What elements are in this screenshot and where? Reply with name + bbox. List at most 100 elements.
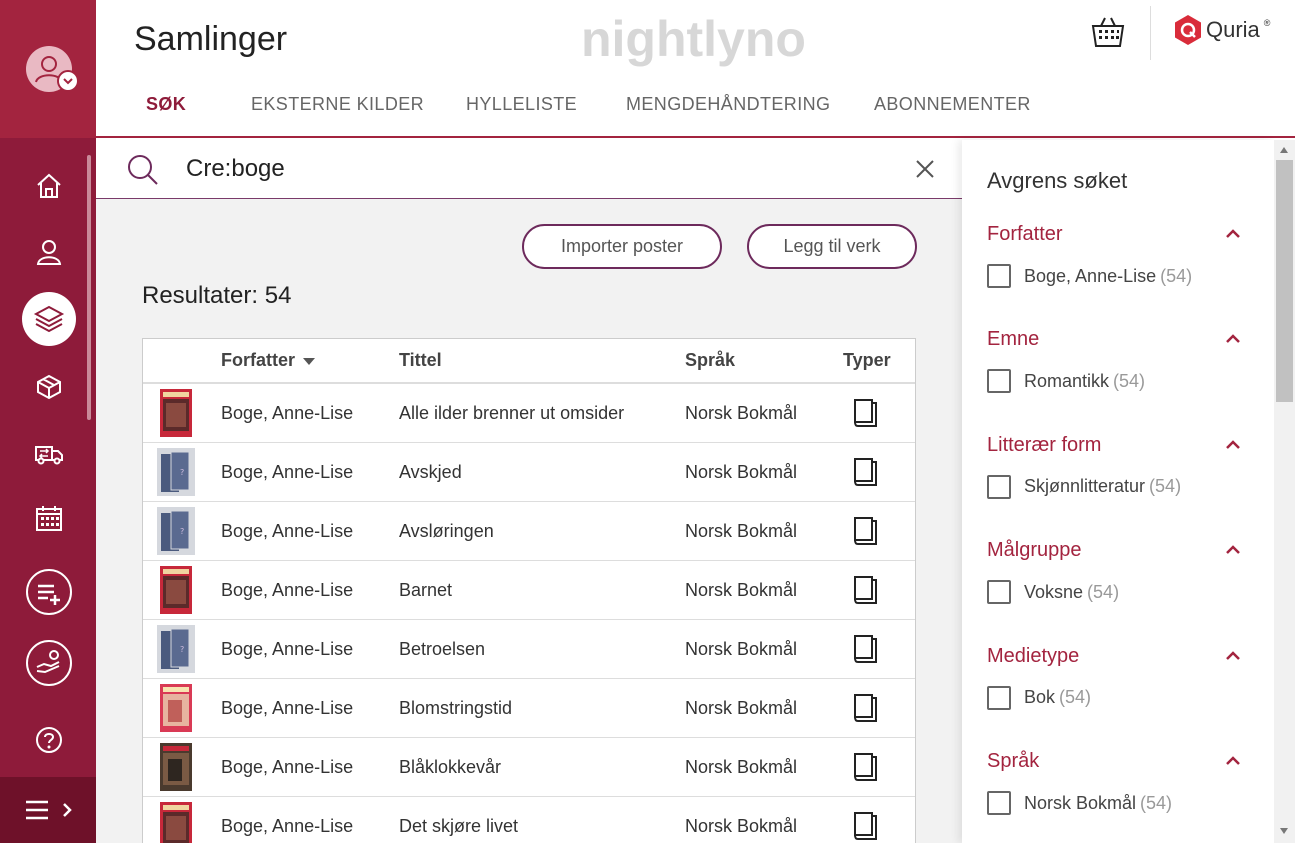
menu-expand-button[interactable] — [0, 777, 96, 843]
book-cover[interactable]: ? — [157, 448, 195, 496]
filter-group-title[interactable]: Språk — [987, 750, 1039, 773]
filter-option[interactable]: Skjønnlitteratur (54) — [987, 474, 1181, 499]
book-cover[interactable] — [160, 389, 192, 437]
column-author[interactable]: Forfatter — [221, 350, 316, 371]
chevron-down-icon[interactable] — [57, 70, 79, 92]
book-cover[interactable] — [160, 743, 192, 791]
layers-icon[interactable] — [22, 292, 76, 346]
table-row[interactable]: Boge, Anne-Lise Blåklokkevår Norsk Bokmål — [143, 738, 915, 797]
row-title[interactable]: Blomstringstid — [399, 698, 512, 719]
chevron-up-icon[interactable] — [1224, 332, 1242, 346]
row-title[interactable]: Betroelsen — [399, 639, 485, 660]
search-bar — [96, 140, 962, 199]
book-icon — [850, 397, 880, 434]
book-cover[interactable]: ? — [157, 507, 195, 555]
book-cover[interactable]: ? — [157, 625, 195, 673]
book-cover[interactable] — [160, 684, 192, 732]
book-cover[interactable] — [160, 566, 192, 614]
filter-option[interactable]: Norsk Bokmål (54) — [987, 791, 1172, 815]
book-icon — [850, 633, 880, 670]
results-count: Resultater: 54 — [142, 282, 292, 309]
filter-group-title[interactable]: Emne — [987, 328, 1039, 351]
table-row[interactable]: ? Boge, Anne-Lise Avsløringen Norsk Bokmål — [143, 502, 915, 561]
filter-checkbox[interactable] — [987, 685, 1011, 710]
filter-option-count: (54) — [1160, 265, 1193, 286]
row-title[interactable]: Avskjed — [399, 462, 462, 483]
sidebar-scrollbar[interactable] — [87, 155, 91, 420]
filter-option[interactable]: Romantikk (54) — [987, 369, 1145, 394]
calendar-icon[interactable] — [22, 491, 76, 545]
row-title[interactable]: Blåklokkevår — [399, 757, 501, 778]
chevron-up-icon[interactable] — [1224, 227, 1242, 241]
book-icon — [850, 456, 880, 493]
add-list-icon[interactable] — [22, 565, 76, 619]
tab-hylleliste[interactable]: HYLLELISTE — [466, 94, 577, 115]
basket-icon — [1091, 17, 1125, 47]
filter-option-label: Bok — [1024, 687, 1056, 708]
table-header: Forfatter Tittel Språk Typer — [143, 339, 915, 384]
row-title[interactable]: Alle ilder brenner ut omsider — [399, 403, 624, 424]
filter-checkbox[interactable] — [987, 264, 1011, 288]
scroll-thumb[interactable] — [1276, 160, 1293, 402]
close-icon[interactable] — [914, 158, 936, 180]
row-title[interactable]: Avsløringen — [399, 521, 494, 542]
column-title[interactable]: Tittel — [399, 350, 442, 371]
import-records-button[interactable]: Importer poster — [522, 224, 722, 269]
filter-option-label: Norsk Bokmål — [1024, 792, 1137, 813]
table-row[interactable]: Boge, Anne-Lise Blomstringstid Norsk Bokmå… — [143, 679, 915, 738]
chevron-up-icon[interactable] — [1224, 649, 1242, 663]
filter-checkbox[interactable] — [987, 580, 1011, 605]
table-row[interactable]: Boge, Anne-Lise Alle ilder brenner ut oms… — [143, 384, 915, 443]
tab-eksterne-kilder[interactable]: EKSTERNE KILDER — [251, 94, 424, 115]
scroll-down-icon[interactable] — [1280, 828, 1288, 834]
chevron-up-icon[interactable] — [1224, 754, 1242, 768]
tab-mengdehandtering[interactable]: MENGDEHÅNDTERING — [626, 94, 830, 115]
row-author: Boge, Anne-Lise — [221, 580, 354, 600]
filter-group-title[interactable]: Litterær form — [987, 434, 1101, 457]
column-types[interactable]: Typer — [843, 350, 891, 371]
user-icon[interactable] — [22, 225, 76, 279]
scroll-up-icon[interactable] — [1280, 147, 1288, 153]
row-language: Norsk Bokmål — [685, 462, 798, 482]
filter-option[interactable]: Boge, Anne-Lise (54) — [987, 264, 1192, 288]
row-author: Boge, Anne-Lise — [221, 521, 354, 541]
row-title[interactable]: Barnet — [399, 580, 452, 601]
filter-checkbox[interactable] — [987, 791, 1011, 815]
row-author: Boge, Anne-Lise — [221, 462, 354, 482]
add-work-button[interactable]: Legg til verk — [747, 224, 917, 269]
tab-abonnementer[interactable]: ABONNEMENTER — [874, 94, 1031, 115]
table-row[interactable]: Boge, Anne-Lise Det skjøre livet Norsk Bok… — [143, 797, 915, 843]
filter-option-label: Voksne — [1024, 581, 1084, 602]
search-icon[interactable] — [126, 153, 160, 187]
chevron-up-icon[interactable] — [1224, 438, 1242, 452]
hand-coin-icon[interactable] — [22, 636, 76, 690]
row-language: Norsk Bokmål — [685, 757, 798, 777]
row-language: Norsk Bokmål — [685, 580, 798, 600]
filter-checkbox[interactable] — [987, 474, 1011, 499]
header-divider — [1150, 6, 1151, 60]
book-cover[interactable] — [160, 802, 192, 843]
filter-group-title[interactable]: Målgruppe — [987, 539, 1082, 562]
filter-group-title[interactable]: Medietype — [987, 645, 1079, 668]
transfer-truck-icon[interactable] — [22, 426, 76, 480]
filter-option[interactable]: Voksne (54) — [987, 580, 1119, 605]
sort-desc-icon — [303, 357, 316, 365]
table-row[interactable]: Boge, Anne-Lise Barnet Norsk Bokmål — [143, 561, 915, 620]
page-scrollbar[interactable] — [1274, 140, 1295, 843]
table-row[interactable]: ? Boge, Anne-Lise Betroelsen Norsk Bokmål — [143, 620, 915, 679]
tab-sok[interactable]: SØK — [146, 94, 186, 115]
home-icon[interactable] — [22, 159, 76, 213]
filter-option-label: Skjønnlitteratur — [1024, 476, 1146, 497]
filter-group-title[interactable]: Forfatter — [987, 223, 1063, 246]
chevron-up-icon[interactable] — [1224, 543, 1242, 557]
filter-checkbox[interactable] — [987, 369, 1011, 394]
column-language[interactable]: Språk — [685, 350, 735, 371]
basket-button[interactable] — [1090, 14, 1126, 50]
help-icon[interactable] — [22, 713, 76, 767]
table-row[interactable]: ? Boge, Anne-Lise Avskjed Norsk Bokmål — [143, 443, 915, 502]
search-input[interactable] — [186, 154, 886, 184]
box-icon[interactable] — [22, 360, 76, 414]
row-title[interactable]: Det skjøre livet — [399, 816, 518, 837]
filter-panel: Avgrens søket Forfatter Boge, Anne-Lise (5… — [962, 140, 1274, 843]
filter-option[interactable]: Bok (54) — [987, 685, 1091, 710]
